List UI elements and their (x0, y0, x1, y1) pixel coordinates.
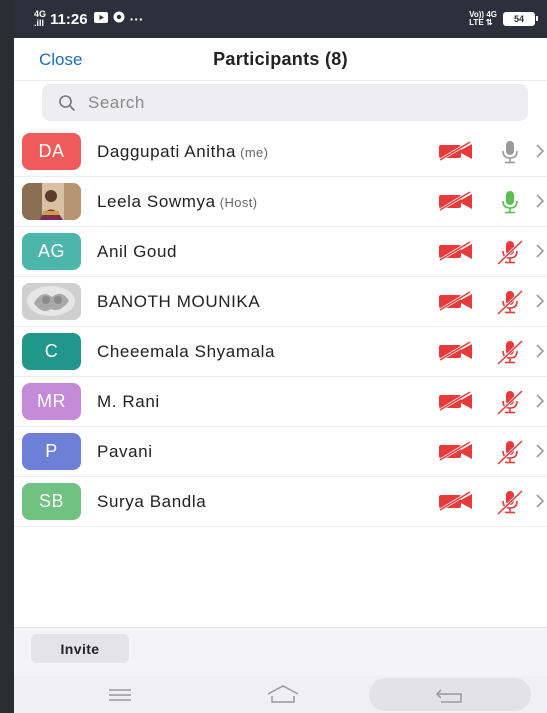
menu-icon[interactable] (108, 688, 132, 707)
system-nav-bar (14, 676, 547, 713)
video-off-icon (438, 290, 474, 316)
avatar: P (22, 433, 81, 470)
chevron-right-icon[interactable] (535, 443, 545, 464)
chevron-right-icon[interactable] (535, 243, 545, 264)
invite-button[interactable]: Invite (31, 634, 129, 663)
chrome-notification-icon (113, 10, 125, 28)
participant-list: DA Daggupati Anitha (me) Leela Sowmya (Host)… (14, 127, 547, 527)
mic-muted-icon (495, 489, 525, 520)
participant-row[interactable]: MR M. Rani (14, 377, 547, 427)
participant-name: M. Rani (97, 392, 160, 411)
avatar: AG (22, 233, 81, 270)
participant-role-tag: (me) (240, 145, 269, 160)
avatar: DA (22, 133, 81, 170)
participant-row[interactable]: P Pavani (14, 427, 547, 477)
network-info: Vo)) 4G LTE ⇅ (469, 11, 497, 27)
participant-name-wrap: M. Rani (97, 392, 160, 412)
participant-name-wrap: BANOTH MOUNIKA (97, 292, 260, 312)
participant-name-wrap: Surya Bandla (97, 492, 206, 512)
signal-bars: .ill (34, 18, 45, 28)
home-icon[interactable] (266, 684, 300, 709)
participant-name: BANOTH MOUNIKA (97, 292, 261, 311)
mic-muted-icon (495, 439, 525, 470)
participant-name-wrap: Cheeemala Shyamala (97, 342, 275, 362)
participant-name-wrap: Leela Sowmya (Host) (97, 192, 258, 212)
video-off-icon (438, 490, 474, 516)
youtube-notification-icon (93, 10, 108, 28)
avatar: MR (22, 383, 81, 420)
avatar (22, 183, 81, 220)
mic-muted-icon (495, 389, 525, 420)
participant-name: Pavani (97, 442, 153, 461)
more-notifications-icon: ··· (129, 11, 144, 27)
video-off-icon (438, 390, 474, 416)
status-bar: 4G .ill 11:26 ··· Vo)) 4G LTE ⇅ 54 (14, 0, 547, 38)
mic-muted-icon (495, 239, 525, 270)
chevron-right-icon[interactable] (535, 293, 545, 314)
participant-row[interactable]: SB Surya Bandla (14, 477, 547, 527)
participants-header: Close Participants (8) (14, 38, 547, 81)
video-off-icon (438, 240, 474, 266)
avatar: SB (22, 483, 81, 520)
phone-screen: 4G .ill 11:26 ··· Vo)) 4G LTE ⇅ 54 Close… (14, 0, 547, 713)
avatar-initials: DA (38, 141, 65, 161)
participant-name-wrap: Anil Goud (97, 242, 177, 262)
avatar-initials: C (44, 341, 59, 361)
video-off-icon (438, 140, 474, 166)
participant-row[interactable]: C Cheeemala Shyamala (14, 327, 547, 377)
video-off-icon (438, 190, 474, 216)
participant-row[interactable]: Leela Sowmya (Host) (14, 177, 547, 227)
chevron-right-icon[interactable] (535, 493, 545, 514)
mic-muted-icon (495, 339, 525, 370)
chevron-right-icon[interactable] (535, 343, 545, 364)
bottom-toolbar: Invite (14, 627, 547, 676)
participant-role-tag: (Host) (219, 195, 258, 210)
search-bar[interactable] (42, 84, 528, 121)
video-off-icon (438, 440, 474, 466)
battery-icon: 54 (503, 12, 538, 26)
participant-name: Cheeemala Shyamala (97, 342, 276, 361)
participant-name: Daggupati Anitha (97, 142, 237, 161)
participant-row[interactable]: AG Anil Goud (14, 227, 547, 277)
page-title: Participants (8) (213, 49, 348, 69)
participant-name: Anil Goud (97, 242, 178, 261)
participant-row[interactable]: DA Daggupati Anitha (me) (14, 127, 547, 177)
search-input[interactable] (86, 91, 470, 114)
mic-muted-icon (495, 289, 525, 320)
participant-row[interactable]: BANOTH MOUNIKA (14, 277, 547, 327)
video-off-icon (438, 340, 474, 366)
lte-label: LTE ⇅ (469, 18, 493, 27)
avatar-initials: MR (37, 391, 66, 411)
chevron-right-icon[interactable] (535, 143, 545, 164)
status-right: Vo)) 4G LTE ⇅ 54 (469, 11, 538, 27)
avatar-initials: SB (38, 491, 64, 511)
search-icon (59, 94, 75, 111)
avatar (22, 283, 81, 320)
participant-name-wrap: Daggupati Anitha (me) (97, 142, 268, 162)
signal-indicator: 4G .ill (34, 10, 46, 28)
clock: 11:26 (50, 10, 88, 28)
mic-idle-icon (495, 139, 525, 170)
avatar-initials: AG (37, 241, 65, 261)
participant-name-wrap: Pavani (97, 442, 153, 462)
chevron-right-icon[interactable] (535, 193, 545, 214)
participant-name: Surya Bandla (97, 492, 207, 511)
avatar-initials: P (45, 441, 58, 461)
back-icon[interactable] (435, 686, 465, 709)
participant-name: Leela Sowmya (97, 192, 216, 211)
mic-active-icon (495, 189, 525, 220)
avatar: C (22, 333, 81, 370)
chevron-right-icon[interactable] (535, 393, 545, 414)
